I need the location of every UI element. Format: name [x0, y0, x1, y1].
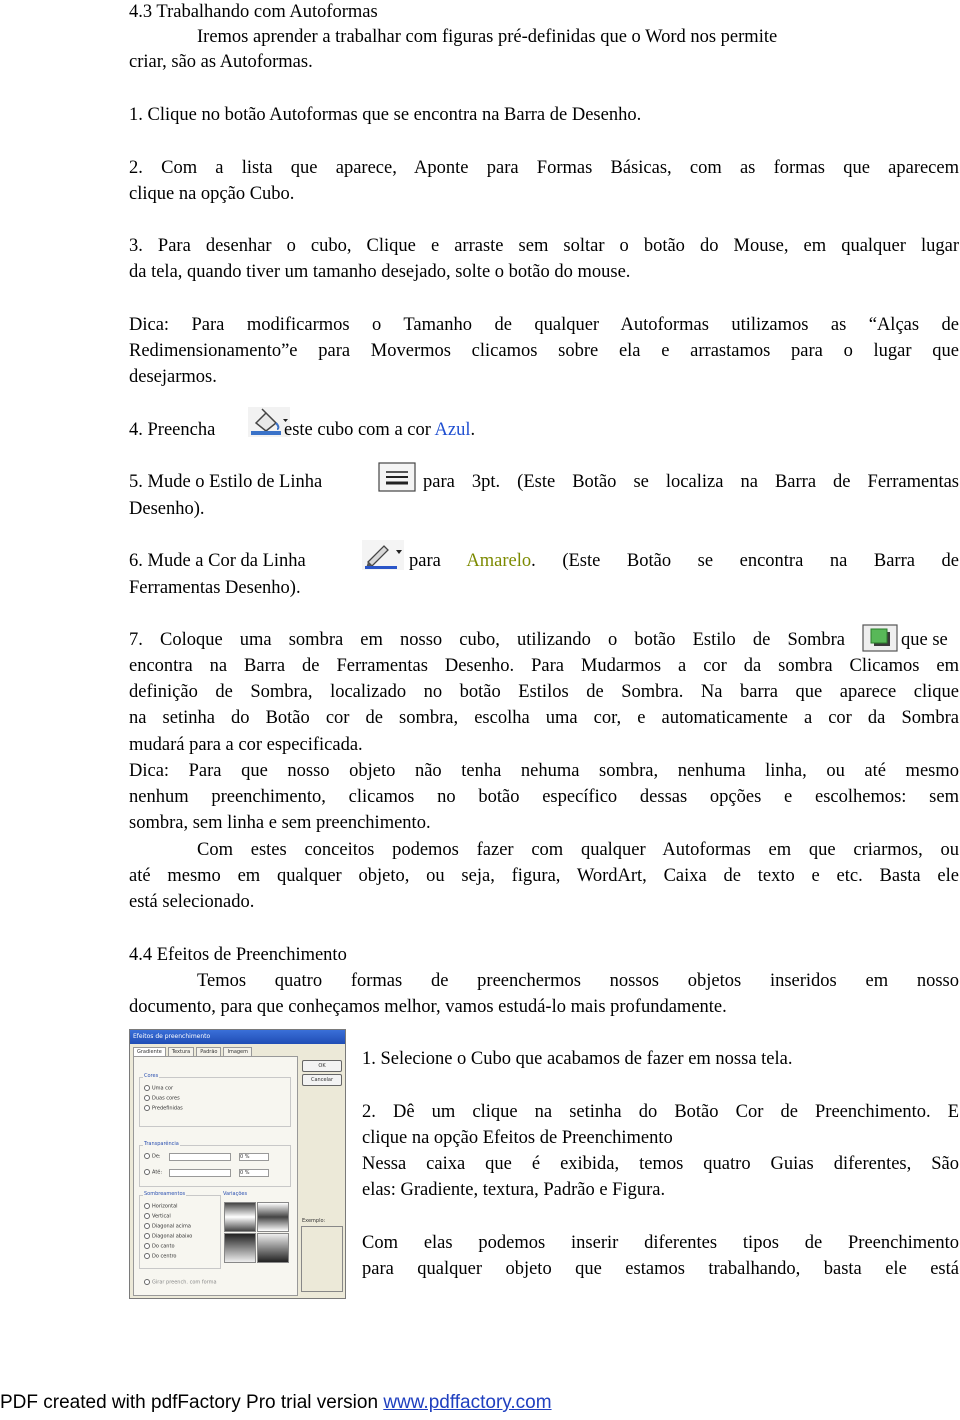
radio-vertical[interactable]: Vertical: [144, 1213, 171, 1220]
intro-text: criar, são as Autoformas.: [129, 52, 313, 72]
variation-swatch[interactable]: [224, 1233, 256, 1263]
step-7: mudará para a cor especificada.: [129, 735, 363, 755]
sample-label: Exemplo:: [302, 1218, 326, 1224]
description-text: elas: Gradiente, textura, Padrão e Figur…: [362, 1180, 666, 1200]
step-3: 3. Para desenhar o cubo, Clique e arrast…: [129, 236, 959, 256]
step-2: 2. Com a lista que aparece, Aponte para …: [129, 158, 959, 178]
radio-uma-cor[interactable]: Uma cor: [144, 1085, 173, 1092]
sample-preview: [301, 1226, 343, 1292]
step-2-fill: 2. Dê um clique na setinha do Botão Cor …: [362, 1102, 959, 1122]
step-6-rest: para Amarelo. (Este Botão se encontra na…: [409, 551, 959, 571]
variations-label: Variações: [222, 1191, 249, 1197]
variation-swatch[interactable]: [257, 1202, 289, 1232]
footer-link[interactable]: www.pdffactory.com: [383, 1392, 551, 1413]
fill-effects-dialog-image: Efeitos de preenchimento Gradiente Textu…: [129, 1029, 346, 1299]
radio-diag-down[interactable]: Diagonal abaixo: [144, 1233, 192, 1240]
dialog-panel: Cores Uma cor Duas cores Predefinidas Tr…: [133, 1056, 298, 1296]
rotate-checkbox[interactable]: Girar preench. com forma: [144, 1279, 217, 1286]
radio-predefinidas[interactable]: Predefinidas: [144, 1105, 183, 1112]
step-4-rest: este cubo com a cor Azul.: [284, 420, 476, 440]
cancel-button[interactable]: Cancelar: [302, 1074, 342, 1086]
transparency-ate-value[interactable]: 0 %: [239, 1169, 269, 1177]
transparency-label: Transparência: [143, 1141, 180, 1147]
step-4-label: 4. Preencha: [129, 420, 216, 440]
step-2: clique na opção Cubo.: [129, 184, 295, 204]
radio-corner[interactable]: Do canto: [144, 1243, 175, 1250]
step-3: da tela, quando tiver um tamanho desejad…: [129, 262, 631, 282]
line-style-icon[interactable]: [378, 462, 416, 492]
shadow-style-icon[interactable]: [862, 624, 898, 652]
step-5-label: 5. Mude o Estilo de Linha: [129, 472, 323, 492]
dialog-tabs: Gradiente Textura Padrão Imagem: [133, 1047, 343, 1056]
shading-label: Sombreamentos: [143, 1191, 187, 1197]
step-5-rest: Desenho).: [129, 499, 205, 519]
transparency-ate-slider[interactable]: [169, 1169, 231, 1177]
step-6-label: 6. Mude a Cor da Linha: [129, 551, 306, 571]
cores-label: Cores: [143, 1073, 160, 1079]
step-2-fill: clique na opção Efeitos de Preenchimento: [362, 1128, 673, 1148]
tip-text: desejarmos.: [129, 367, 217, 387]
step-6-rest: Ferramentas Desenho).: [129, 578, 301, 598]
step-7: 7. Coloque uma sombra em nosso cubo, uti…: [129, 630, 845, 650]
final-text: para qualquer objeto que estamos trabalh…: [362, 1259, 959, 1279]
conclusion-text: Com estes conceitos podemos fazer com qu…: [197, 840, 959, 860]
pdf-footer: PDF created with pdfFactory Pro trial ve…: [0, 1392, 552, 1414]
tip-text: nenhum preenchimento, clicamos no botão …: [129, 787, 959, 807]
intro-text: Temos quatro formas de preenchermos noss…: [197, 971, 959, 991]
step-1-select: 1. Selecione o Cubo que acabamos de faze…: [362, 1049, 793, 1069]
radio-duas-cores[interactable]: Duas cores: [144, 1095, 180, 1102]
transparency-de-label: De:: [144, 1153, 161, 1160]
radio-diag-up[interactable]: Diagonal acima: [144, 1223, 191, 1230]
transparency-ate-label: Até:: [144, 1169, 162, 1176]
step-5-rest: para 3pt. (Este Botão se localiza na Bar…: [423, 472, 959, 492]
step-7: que se: [901, 630, 948, 650]
description-text: Nessa caixa que é exibida, temos quatro …: [362, 1154, 959, 1174]
tip-text: Dica: Para que nosso objeto não tenha ne…: [129, 761, 959, 781]
tab-imagem[interactable]: Imagem: [223, 1047, 252, 1056]
conclusion-text: está selecionado.: [129, 892, 255, 912]
conclusion-text: até mesmo em qualquer objeto, ou seja, f…: [129, 866, 959, 886]
transparency-group: [139, 1145, 291, 1187]
intro-text: Iremos aprender a trabalhar com figuras …: [197, 27, 778, 47]
final-text: Com elas podemos inserir diferentes tipo…: [362, 1233, 959, 1253]
ok-button[interactable]: OK: [302, 1060, 342, 1072]
tip-text: Redimensionamento”e para Movermos clicam…: [129, 341, 959, 361]
footer-text: PDF created with pdfFactory Pro trial ve…: [0, 1392, 384, 1413]
radio-horizontal[interactable]: Horizontal: [144, 1203, 178, 1210]
transparency-de-value[interactable]: 0 %: [239, 1153, 269, 1161]
step-7: definição de Sombra, localizado no botão…: [129, 682, 959, 702]
radio-center[interactable]: Do centro: [144, 1253, 176, 1260]
variation-swatch[interactable]: [257, 1233, 289, 1263]
tip-text: sombra, sem linha e sem preenchimento.: [129, 813, 431, 833]
step-7: na setinha do Botão cor de sombra, escol…: [129, 708, 959, 728]
step-4: 4. Preencha: [129, 417, 215, 443]
dialog-title: Efeitos de preenchimento: [130, 1030, 345, 1044]
color-amarelo: Amarelo: [466, 551, 532, 571]
step-7: encontra na Barra de Ferramentas Desenho…: [129, 656, 959, 676]
tip-text: Dica: Para modificarmos o Tamanho de qua…: [129, 315, 959, 335]
tab-textura[interactable]: Textura: [167, 1047, 195, 1056]
transparency-de-slider[interactable]: [169, 1153, 231, 1161]
variation-swatch[interactable]: [224, 1202, 256, 1232]
step-1: 1. Clique no botão Autoformas que se enc…: [129, 105, 642, 125]
tab-padrao[interactable]: Padrão: [196, 1047, 222, 1056]
line-color-icon[interactable]: [362, 540, 404, 570]
color-azul: Azul: [434, 420, 471, 440]
intro-text: documento, para que conheçamos melhor, v…: [129, 997, 727, 1017]
tab-gradiente[interactable]: Gradiente: [133, 1047, 166, 1056]
section-heading-autoformas: 4.3 Trabalhando com Autoformas: [129, 2, 378, 22]
section-heading-efeitos: 4.4 Efeitos de Preenchimento: [129, 945, 347, 965]
